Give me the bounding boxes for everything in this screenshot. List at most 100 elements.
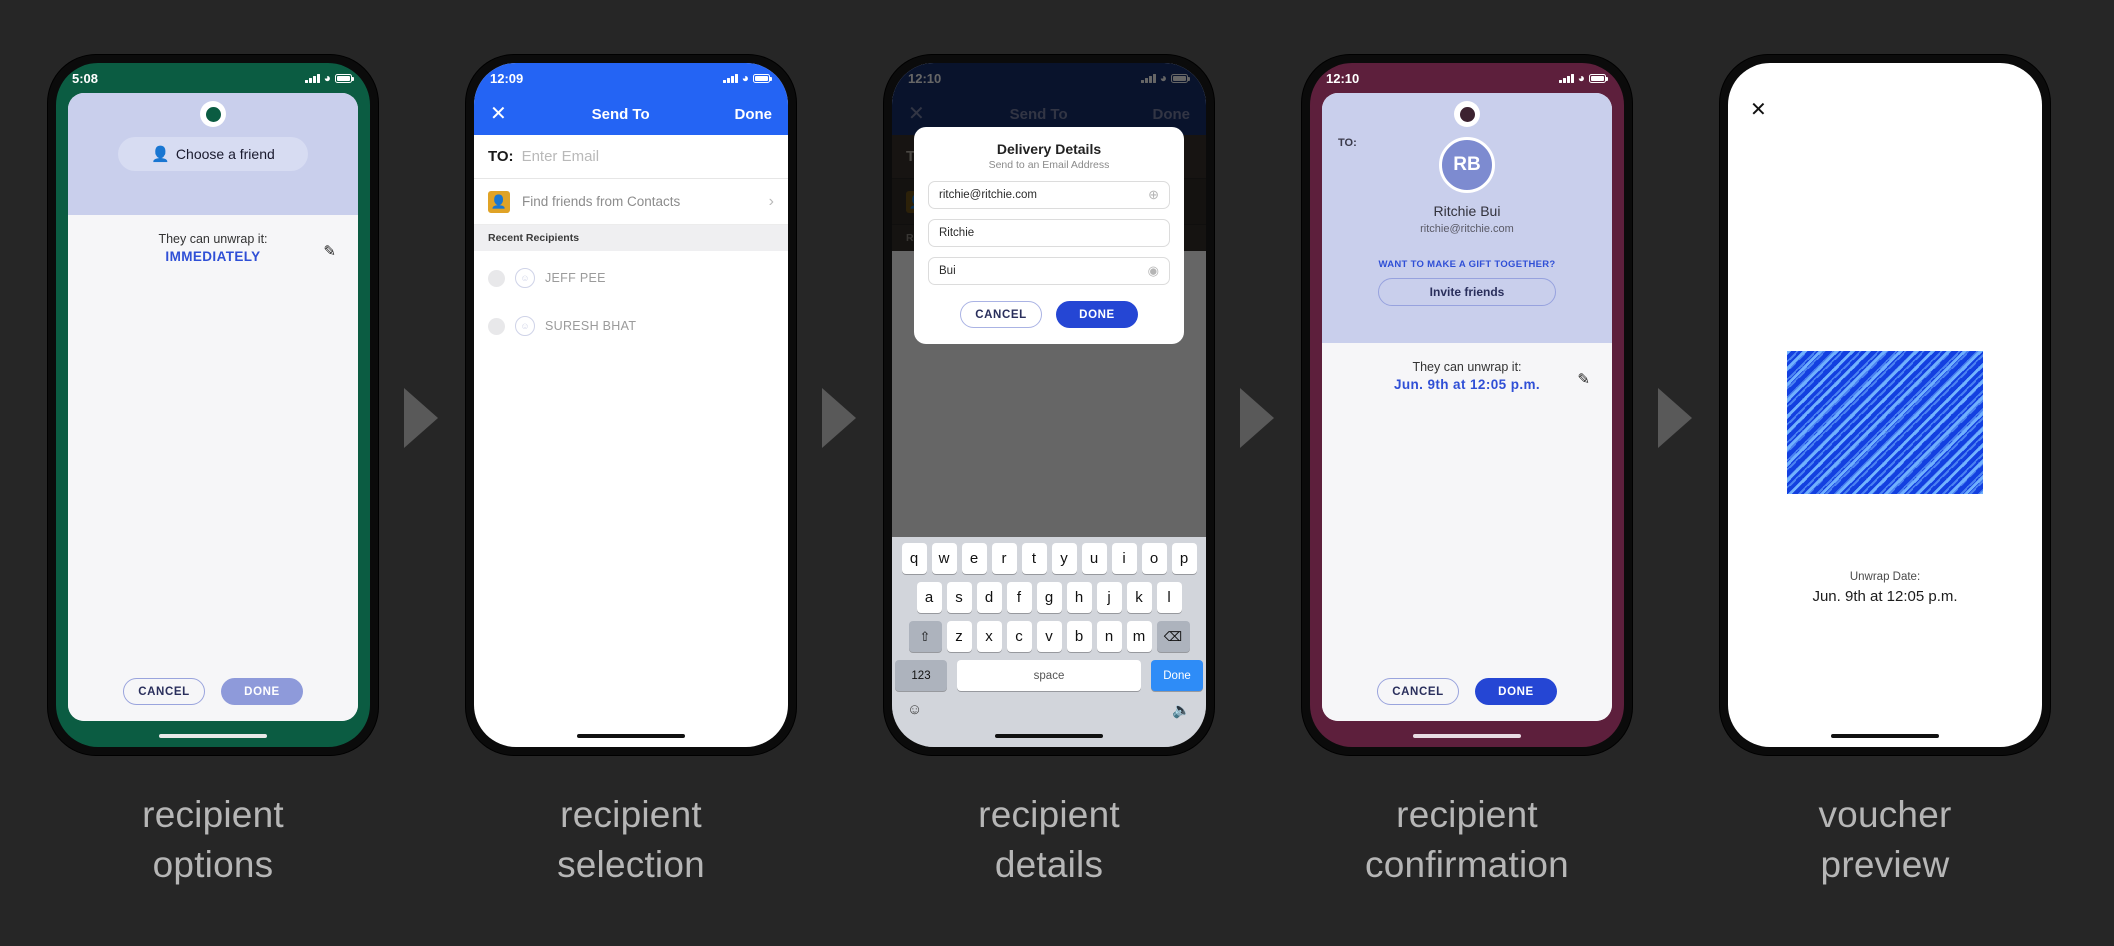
key-j[interactable]: j bbox=[1096, 582, 1122, 613]
key-u[interactable]: u bbox=[1081, 543, 1107, 574]
avatar: ☺ bbox=[515, 268, 535, 288]
invite-friends-button[interactable]: Invite friends bbox=[1378, 278, 1556, 306]
action-buttons-1: CANCEL DONE bbox=[68, 678, 358, 705]
first-name-field[interactable]: Ritchie bbox=[928, 219, 1170, 247]
unwrap-label: Unwrap Date: bbox=[1849, 571, 1921, 583]
keyboard-row-3: ⇧ zxcvbnm ⌫ bbox=[895, 621, 1203, 652]
key-l[interactable]: l bbox=[1156, 582, 1182, 613]
key-z[interactable]: z bbox=[946, 621, 972, 652]
key-d[interactable]: d bbox=[976, 582, 1002, 613]
last-name-field[interactable]: Bui ◉ bbox=[928, 257, 1170, 285]
pencil-icon[interactable]: ✎ bbox=[1577, 370, 1590, 388]
avatar: ☺ bbox=[515, 316, 535, 336]
list-item[interactable]: ☺ SURESH BHAT bbox=[474, 307, 788, 345]
key-e[interactable]: e bbox=[961, 543, 987, 574]
nav-done-button[interactable]: Done bbox=[734, 106, 772, 123]
status-time: 5:08 bbox=[72, 70, 99, 86]
home-indicator bbox=[159, 734, 267, 738]
key-g[interactable]: g bbox=[1036, 582, 1062, 613]
key-p[interactable]: p bbox=[1171, 543, 1197, 574]
flow-arrow-3 bbox=[1240, 388, 1274, 448]
select-checkbox[interactable] bbox=[488, 317, 505, 335]
email-input[interactable]: Enter Email bbox=[522, 148, 600, 165]
nav-title: Send To bbox=[591, 105, 650, 123]
key-w[interactable]: w bbox=[931, 543, 957, 574]
key-f[interactable]: f bbox=[1006, 582, 1032, 613]
unwrap-value: Jun. 9th at 12:05 p.m. bbox=[1393, 377, 1541, 392]
key-v[interactable]: v bbox=[1036, 621, 1062, 652]
find-friends-from-contacts-row[interactable]: 👤 Find friends from Contacts › bbox=[474, 179, 788, 225]
space-key[interactable]: space bbox=[957, 660, 1141, 691]
key-y[interactable]: y bbox=[1051, 543, 1077, 574]
home-indicator bbox=[995, 734, 1103, 738]
key-o[interactable]: o bbox=[1141, 543, 1167, 574]
gift-card-4: TO: RB Ritchie Bui ritchie@ritchie.com W… bbox=[1322, 93, 1612, 721]
phone-recipient-selection: 12:09 ◕ ✕ Send To Done TO: Enter Email 👤… bbox=[466, 55, 796, 755]
contacts-icon: 👤 bbox=[488, 190, 510, 213]
email-field[interactable]: ritchie@ritchie.com ⊕ bbox=[928, 181, 1170, 209]
phone-recipient-options: 5:08 ◕ 👤 Choose a friend They can unwrap bbox=[48, 55, 378, 755]
key-n[interactable]: n bbox=[1096, 621, 1122, 652]
emoji-icon[interactable]: ☺ bbox=[907, 701, 922, 719]
select-checkbox[interactable] bbox=[488, 269, 505, 287]
unwrap-label: They can unwrap it: bbox=[1412, 360, 1522, 374]
avatar-initials: RB bbox=[1453, 154, 1481, 175]
close-icon[interactable]: ✕ bbox=[1750, 97, 1767, 122]
unwrap-label: They can unwrap it: bbox=[158, 232, 268, 246]
key-s[interactable]: s bbox=[946, 582, 972, 613]
status-time: 12:09 bbox=[490, 70, 524, 86]
done-button[interactable]: DONE bbox=[1475, 678, 1557, 705]
battery-icon bbox=[1589, 73, 1608, 83]
flow-arrow-2 bbox=[822, 388, 856, 448]
done-button[interactable]: DONE bbox=[1056, 301, 1138, 328]
unwrap-value: Jun. 9th at 12:05 p.m. bbox=[1812, 588, 1958, 605]
plus-circle-icon[interactable]: ⊕ bbox=[1148, 187, 1159, 203]
microphone-icon[interactable]: 🔈 bbox=[1172, 701, 1191, 719]
to-row[interactable]: TO: Enter Email bbox=[474, 135, 788, 179]
key-c[interactable]: c bbox=[1006, 621, 1032, 652]
key-b[interactable]: b bbox=[1066, 621, 1092, 652]
recipient-name: JEFF PEE bbox=[545, 271, 606, 285]
knob-icon bbox=[200, 101, 226, 127]
list-item[interactable]: ☺ JEFF PEE bbox=[474, 259, 788, 297]
choose-a-friend-button[interactable]: 👤 Choose a friend bbox=[118, 137, 308, 171]
key-k[interactable]: k bbox=[1126, 582, 1152, 613]
key-r[interactable]: r bbox=[991, 543, 1017, 574]
key-x[interactable]: x bbox=[976, 621, 1002, 652]
nav-bar-2: ✕ Send To Done bbox=[474, 93, 788, 135]
unwrap-section-4: They can unwrap it: Jun. 9th at 12:05 p.… bbox=[1322, 343, 1612, 721]
card-header-4: TO: RB Ritchie Bui ritchie@ritchie.com W… bbox=[1322, 93, 1612, 343]
avatar: RB bbox=[1439, 137, 1495, 193]
key-h[interactable]: h bbox=[1066, 582, 1092, 613]
cancel-button[interactable]: CANCEL bbox=[123, 678, 205, 705]
recipient-email: ritchie@ritchie.com bbox=[1420, 223, 1514, 235]
close-icon[interactable]: ✕ bbox=[490, 104, 507, 124]
choose-friend-label: Choose a friend bbox=[175, 146, 275, 162]
clear-circle-icon[interactable]: ◉ bbox=[1148, 263, 1159, 279]
key-t[interactable]: t bbox=[1021, 543, 1047, 574]
cancel-button[interactable]: CANCEL bbox=[960, 301, 1042, 328]
screen-5: ✕ Unwrap Date: Jun. 9th at 12:05 p.m. bbox=[1728, 63, 2042, 747]
screen-4: 12:10 ◕ TO: RB Ritchie Bui ritchie@ritch… bbox=[1310, 63, 1624, 747]
caption-5: voucher preview bbox=[1818, 794, 1952, 885]
cancel-button[interactable]: CANCEL bbox=[1377, 678, 1459, 705]
done-button[interactable]: DONE bbox=[221, 678, 303, 705]
key-q[interactable]: q bbox=[901, 543, 927, 574]
key-i[interactable]: i bbox=[1111, 543, 1137, 574]
numbers-key[interactable]: 123 bbox=[895, 660, 947, 691]
flow-arrow-4 bbox=[1658, 388, 1692, 448]
home-indicator bbox=[1831, 734, 1939, 738]
unwrap-value: IMMEDIATELY bbox=[165, 249, 261, 264]
unwrap-section-5: Unwrap Date: Jun. 9th at 12:05 p.m. bbox=[1728, 571, 2042, 605]
key-m[interactable]: m bbox=[1126, 621, 1152, 652]
shift-key[interactable]: ⇧ bbox=[908, 621, 942, 652]
battery-icon bbox=[335, 73, 354, 83]
envelope-graphic bbox=[1787, 351, 1983, 494]
return-key[interactable]: Done bbox=[1151, 660, 1203, 691]
wifi-icon: ◕ bbox=[323, 71, 331, 85]
backspace-key[interactable]: ⌫ bbox=[1156, 621, 1190, 652]
chevron-right-icon: › bbox=[768, 192, 774, 210]
pencil-icon[interactable]: ✎ bbox=[323, 242, 336, 260]
wifi-icon: ◕ bbox=[741, 71, 749, 85]
key-a[interactable]: a bbox=[916, 582, 942, 613]
